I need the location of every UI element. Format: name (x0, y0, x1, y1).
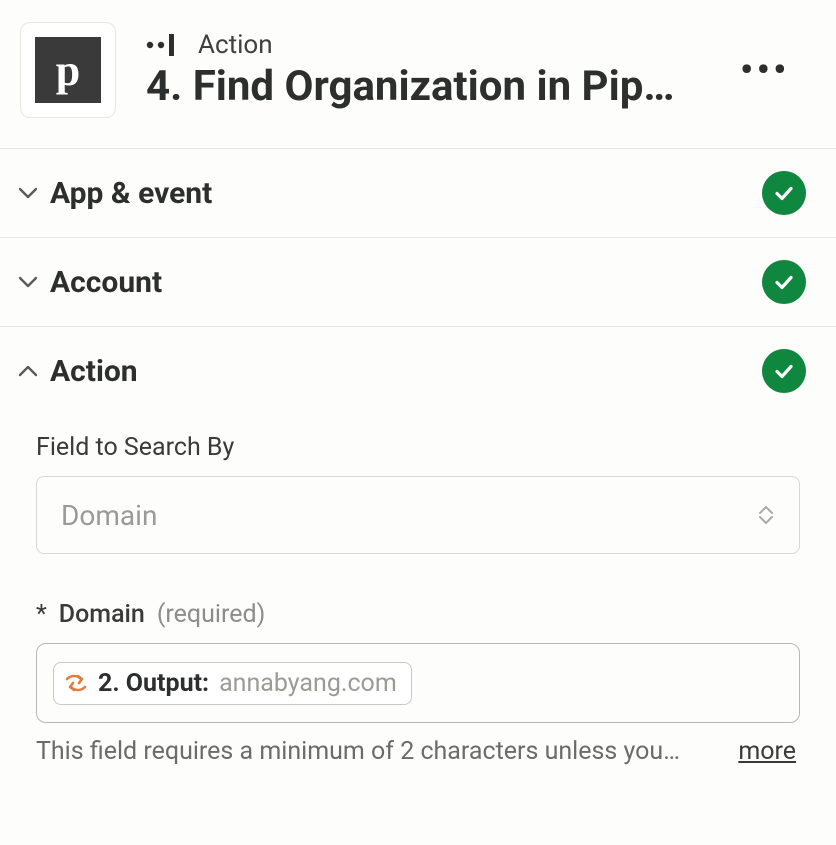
field-name: Domain (59, 600, 145, 629)
kicker-label: Action (198, 30, 273, 60)
field-label-search-by: Field to Search By (36, 433, 800, 462)
help-text: This field requires a minimum of 2 chara… (36, 737, 718, 766)
mapped-field-icon (64, 672, 88, 694)
action-step-icon (146, 31, 184, 59)
status-complete-icon (762, 349, 806, 393)
pill-value: annabyang.com (219, 669, 397, 698)
section-label: Account (50, 265, 762, 300)
chevron-up-icon (6, 364, 50, 378)
section-action[interactable]: Action (0, 326, 836, 423)
status-complete-icon (762, 171, 806, 215)
section-account[interactable]: Account (0, 237, 836, 326)
status-complete-icon (762, 260, 806, 304)
chevron-down-icon (6, 275, 50, 289)
field-label-domain: * Domain (required) (36, 600, 800, 629)
select-value: Domain (61, 499, 157, 532)
help-row: This field requires a minimum of 2 chara… (36, 737, 800, 766)
action-form: Field to Search By Domain * Domain (requ… (0, 423, 836, 766)
more-link[interactable]: more (738, 737, 800, 766)
section-label: Action (50, 354, 762, 389)
step-header: p Action 4. Find Organization in Pip… ••… (0, 0, 836, 148)
select-caret-icon (757, 505, 775, 525)
app-icon: p (20, 22, 116, 118)
required-mark: * (36, 600, 47, 629)
section-app-event[interactable]: App & event (0, 148, 836, 237)
more-menu-button[interactable]: ••• (730, 40, 800, 100)
search-by-select[interactable]: Domain (36, 476, 800, 554)
mapped-value-pill[interactable]: 2. Output: annabyang.com (53, 662, 412, 705)
header-titles: Action 4. Find Organization in Pip… (146, 30, 730, 111)
app-letter: p (35, 37, 101, 103)
header-kicker: Action (146, 30, 730, 60)
domain-input[interactable]: 2. Output: annabyang.com (36, 643, 800, 723)
section-label: App & event (50, 176, 762, 211)
step-title: 4. Find Organization in Pip… (146, 62, 730, 111)
pill-label: 2. Output: (98, 669, 209, 698)
required-note: (required) (157, 600, 265, 629)
chevron-down-icon (6, 186, 50, 200)
